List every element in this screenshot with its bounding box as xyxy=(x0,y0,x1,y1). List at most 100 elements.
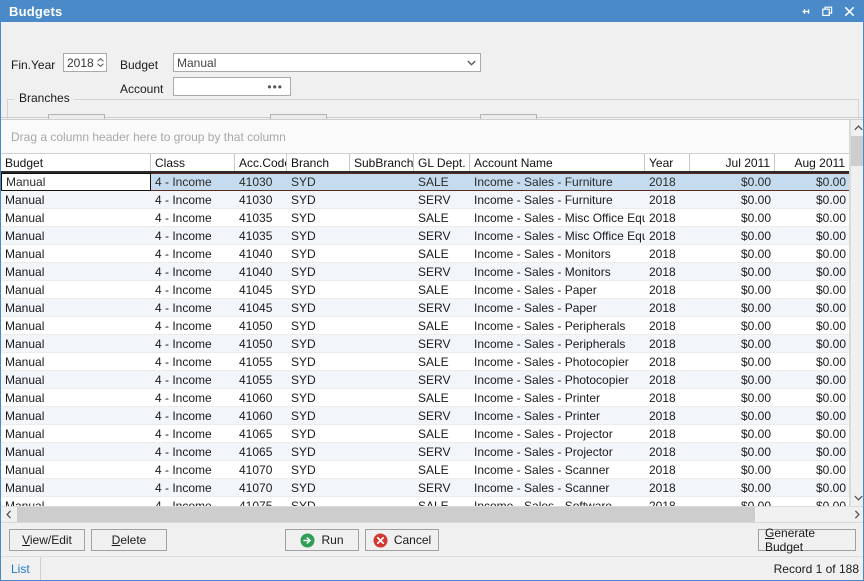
table-row[interactable]: Manual4 - Income41040SYDSALEIncome - Sal… xyxy=(1,245,849,263)
table-row[interactable]: Manual4 - Income41075SYDSALEIncome - Sal… xyxy=(1,497,849,506)
grid-header-year[interactable]: Year xyxy=(645,154,690,171)
cell-budget: Manual xyxy=(1,353,151,370)
cell-jul: $0.00 xyxy=(690,407,775,424)
cell-budget: Manual xyxy=(1,263,151,280)
cell-aug: $0.00 xyxy=(775,174,849,190)
status-bar: List Record 1 of 188 xyxy=(1,556,864,580)
cell-year: 2018 xyxy=(645,227,690,244)
cell-year: 2018 xyxy=(645,425,690,442)
scroll-right-icon[interactable] xyxy=(849,507,864,523)
horizontal-scroll-track[interactable] xyxy=(755,507,849,523)
cell-acccode: 41035 xyxy=(235,227,287,244)
table-row[interactable]: Manual4 - Income41065SYDSALEIncome - Sal… xyxy=(1,425,849,443)
cell-jul: $0.00 xyxy=(690,281,775,298)
cell-branch: SYD xyxy=(287,209,350,226)
cell-subbranch xyxy=(350,479,414,496)
fin-year-stepper[interactable] xyxy=(63,53,107,72)
cell-class: 4 - Income xyxy=(151,174,235,190)
cell-year: 2018 xyxy=(645,245,690,262)
vertical-scroll-thumb[interactable] xyxy=(851,136,864,166)
scroll-left-icon[interactable] xyxy=(1,507,17,523)
table-row[interactable]: Manual4 - Income41045SYDSERVIncome - Sal… xyxy=(1,299,849,317)
cell-aug: $0.00 xyxy=(775,245,849,262)
cell-budget: Manual xyxy=(1,425,151,442)
cell-gldept: SERV xyxy=(414,371,470,388)
cell-jul: $0.00 xyxy=(690,317,775,334)
budget-select[interactable]: Manual xyxy=(173,53,481,72)
grid-header-branch[interactable]: Branch xyxy=(287,154,350,171)
cell-aug: $0.00 xyxy=(775,299,849,316)
table-row[interactable]: Manual4 - Income41060SYDSALEIncome - Sal… xyxy=(1,389,849,407)
table-row[interactable]: Manual4 - Income41065SYDSERVIncome - Sal… xyxy=(1,443,849,461)
table-row[interactable]: Manual4 - Income41035SYDSERVIncome - Sal… xyxy=(1,227,849,245)
table-row[interactable]: Manual4 - Income41070SYDSALEIncome - Sal… xyxy=(1,461,849,479)
cell-gldept: SERV xyxy=(414,299,470,316)
cell-subbranch xyxy=(350,191,414,208)
account-field[interactable]: ••• xyxy=(173,77,291,96)
table-row[interactable]: Manual4 - Income41035SYDSALEIncome - Sal… xyxy=(1,209,849,227)
grid-horizontal-scrollbar[interactable] xyxy=(1,506,864,522)
window-controls xyxy=(795,2,859,21)
cell-subbranch xyxy=(350,389,414,406)
generate-budget-button[interactable]: Generate Budget xyxy=(758,529,856,551)
table-row[interactable]: Manual4 - Income41070SYDSERVIncome - Sal… xyxy=(1,479,849,497)
cell-class: 4 - Income xyxy=(151,209,235,226)
budget-value: Manual xyxy=(177,56,463,70)
cell-gldept: SALE xyxy=(414,353,470,370)
cell-class: 4 - Income xyxy=(151,353,235,370)
table-row[interactable]: Manual4 - Income41050SYDSERVIncome - Sal… xyxy=(1,335,849,353)
cell-subbranch xyxy=(350,209,414,226)
cell-branch: SYD xyxy=(287,299,350,316)
cell-gldept: SERV xyxy=(414,407,470,424)
view-edit-button[interactable]: View/Edit xyxy=(9,529,85,551)
table-row[interactable]: Manual4 - Income41060SYDSERVIncome - Sal… xyxy=(1,407,849,425)
cell-branch: SYD xyxy=(287,263,350,280)
cell-accname: Income - Sales - Scanner xyxy=(470,461,645,478)
account-label: Account xyxy=(120,82,163,96)
account-browse-icon[interactable]: ••• xyxy=(267,82,283,92)
fin-year-spin-arrows[interactable] xyxy=(96,54,106,71)
grid-vertical-scrollbar[interactable] xyxy=(850,120,864,506)
cell-budget: Manual xyxy=(1,461,151,478)
pin-icon[interactable] xyxy=(795,2,815,21)
close-icon[interactable] xyxy=(839,2,859,21)
run-button[interactable]: Run xyxy=(285,529,359,551)
cell-jul: $0.00 xyxy=(690,227,775,244)
cell-branch: SYD xyxy=(287,245,350,262)
delete-button[interactable]: Delete xyxy=(91,529,167,551)
cell-subbranch xyxy=(350,371,414,388)
tab-list[interactable]: List xyxy=(1,557,41,581)
cell-jul: $0.00 xyxy=(690,263,775,280)
cell-budget: Manual xyxy=(1,335,151,352)
fin-year-input[interactable] xyxy=(64,54,96,71)
grid-header-aug[interactable]: Aug 2011 xyxy=(775,154,850,171)
table-row[interactable]: Manual4 - Income41030SYDSALEIncome - Sal… xyxy=(1,173,849,191)
chevron-down-icon[interactable] xyxy=(463,54,480,71)
grid-header-budget[interactable]: Budget xyxy=(1,154,151,171)
budgets-grid: Drag a column header here to group by th… xyxy=(1,119,864,522)
table-row[interactable]: Manual4 - Income41050SYDSALEIncome - Sal… xyxy=(1,317,849,335)
cell-acccode: 41065 xyxy=(235,443,287,460)
grid-header-jul[interactable]: Jul 2011 xyxy=(690,154,775,171)
grid-header-gldept[interactable]: GL Dept. xyxy=(414,154,470,171)
restore-icon[interactable] xyxy=(817,2,837,21)
table-row[interactable]: Manual4 - Income41030SYDSERVIncome - Sal… xyxy=(1,191,849,209)
grid-header-acccode[interactable]: Acc.Code xyxy=(235,154,287,171)
grid-header-accname[interactable]: Account Name xyxy=(470,154,645,171)
scroll-down-icon[interactable] xyxy=(851,490,864,506)
table-row[interactable]: Manual4 - Income41055SYDSERVIncome - Sal… xyxy=(1,371,849,389)
grid-header-subbranch[interactable]: SubBranch xyxy=(350,154,414,171)
table-row[interactable]: Manual4 - Income41040SYDSERVIncome - Sal… xyxy=(1,263,849,281)
table-row[interactable]: Manual4 - Income41055SYDSALEIncome - Sal… xyxy=(1,353,849,371)
cell-acccode: 41045 xyxy=(235,299,287,316)
cell-year: 2018 xyxy=(645,497,690,506)
run-label: Run xyxy=(321,533,343,547)
group-panel[interactable]: Drag a column header here to group by th… xyxy=(1,120,849,154)
horizontal-scroll-thumb[interactable] xyxy=(17,507,755,523)
grid-header-class[interactable]: Class xyxy=(151,154,235,171)
cancel-button[interactable]: Cancel xyxy=(365,529,439,551)
scroll-up-icon[interactable] xyxy=(851,120,864,136)
table-row[interactable]: Manual4 - Income41045SYDSALEIncome - Sal… xyxy=(1,281,849,299)
cell-class: 4 - Income xyxy=(151,479,235,496)
cell-subbranch xyxy=(350,281,414,298)
